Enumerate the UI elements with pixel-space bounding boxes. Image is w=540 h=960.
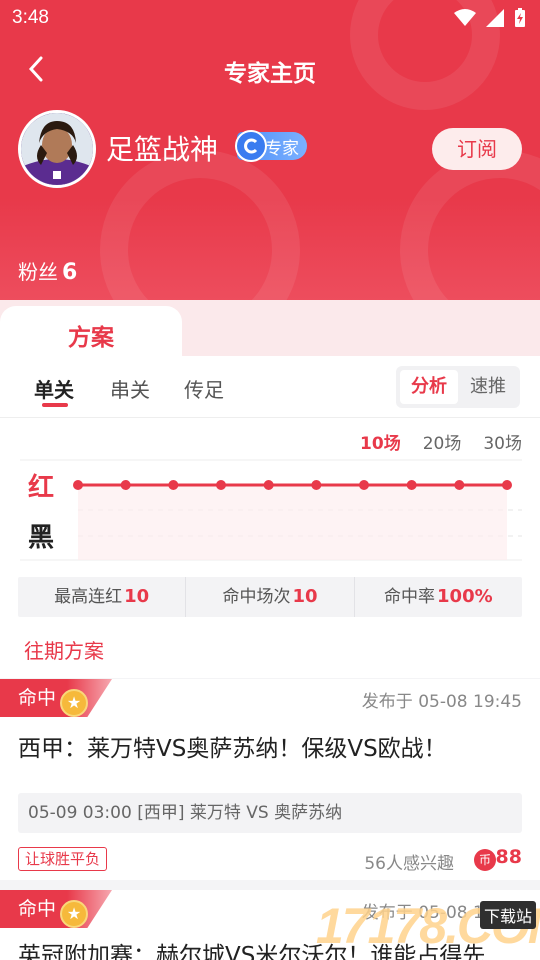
medal-icon: ★ [60,689,88,717]
battery-icon [515,8,525,27]
past-plans-link[interactable]: 往期方案 [24,635,104,664]
status-bar: 3:48 [0,0,540,36]
expert-badge: 专家 [235,130,307,162]
fans-label: 粉丝 [18,260,58,284]
hit-ribbon: 命中 [0,890,112,928]
streak-chart: 红 黑 [20,459,522,561]
range-20[interactable]: 20场 [423,429,462,454]
tab-plan-label: 方案 [68,325,114,351]
hit-ribbon: 命中 [0,679,112,717]
streak-point-8 [406,480,417,490]
fans-value: 6 [62,260,78,285]
coin-icon: 币 [474,849,496,871]
fans-count: 粉丝 6 [18,256,77,285]
expert-badge-icon [235,130,267,162]
streak-point-5 [263,480,274,490]
avatar-image [21,113,93,185]
header-banner: 3:48 专家主页 足篮战神 专家 订阅 粉丝 6 [0,0,540,330]
interest-count: 56人感兴趣 [364,854,454,874]
streak-point-6 [311,480,322,490]
match-info: 05-09 03:00 [西甲] 莱万特 VS 奥萨苏纳 [18,793,522,833]
expert-badge-label: 专家 [265,138,299,159]
stat-hits-value: 10 [292,586,318,607]
toggle-quick[interactable]: 速推 [460,370,516,404]
stat-hit-rate-value: 100% [437,586,493,607]
red-label-icon: 红 [28,472,54,503]
stat-max-streak-label: 最高连红 [54,587,123,607]
bet-type-tag: 让球胜平负 [18,847,108,871]
page-title: 专家主页 [224,61,316,87]
stat-hits: 命中场次 10 [186,577,355,617]
divider [0,417,540,418]
range-10[interactable]: 10场 [360,429,401,454]
stat-hit-rate-label: 命中率 [384,587,436,607]
stat-hit-rate: 命中率 100% [355,577,522,617]
subtab-single[interactable]: 单关 [34,374,74,403]
stats-bar: 最高连红 10 命中场次 10 命中率 100% [18,577,522,617]
streak-point-1 [73,480,83,490]
tab-plan[interactable]: 方案 [0,306,182,358]
range-30[interactable]: 30场 [483,429,522,454]
signal-icon [486,9,504,27]
watermark: 17178.COM 下载站 [312,895,540,960]
toggle-analysis[interactable]: 分析 [400,370,458,404]
watermark-tag: 下载站 [479,901,536,929]
svg-text:黑: 黑 [28,523,54,553]
stat-max-streak-value: 10 [124,586,150,607]
subtab-indicator [42,403,68,407]
subtab-parlay[interactable]: 串关 [110,374,150,403]
subscribe-button[interactable]: 订阅 [432,128,522,170]
price: 88 [495,846,522,868]
streak-point-9 [454,480,465,490]
item-title: 西甲：莱万特VS奥萨苏纳！保级VS欧战！ [18,736,447,762]
stat-hits-label: 命中场次 [222,587,291,607]
avatar[interactable] [18,110,96,188]
wifi-icon [454,9,476,26]
streak-point-10 [502,480,512,490]
streak-point-2 [120,480,131,490]
list-item[interactable]: 命中 ★ 发布于 05-08 19:45 西甲：莱万特VS奥萨苏纳！保级VS欧战… [0,679,540,880]
posted-time: 发布于 05-08 19:45 [361,692,522,712]
expert-name: 足篮战神 [106,133,219,166]
streak-point-7 [359,480,369,490]
stat-max-streak: 最高连红 10 [18,577,187,617]
view-toggle: 分析 速推 [396,366,520,408]
black-label-icon: 黑 [28,523,54,553]
streak-point-3 [168,480,179,490]
screen: 3:48 专家主页 足篮战神 专家 订阅 粉丝 6 方案 单关 串关 传足 分析… [0,0,540,960]
range-selector: 10场 20场 30场 [360,429,522,454]
streak-point-4 [216,480,226,490]
status-time: 3:48 [12,7,49,28]
medal-icon: ★ [60,900,88,928]
subtab-chuanzu[interactable]: 传足 [184,374,224,403]
svg-text:红: 红 [28,472,54,503]
